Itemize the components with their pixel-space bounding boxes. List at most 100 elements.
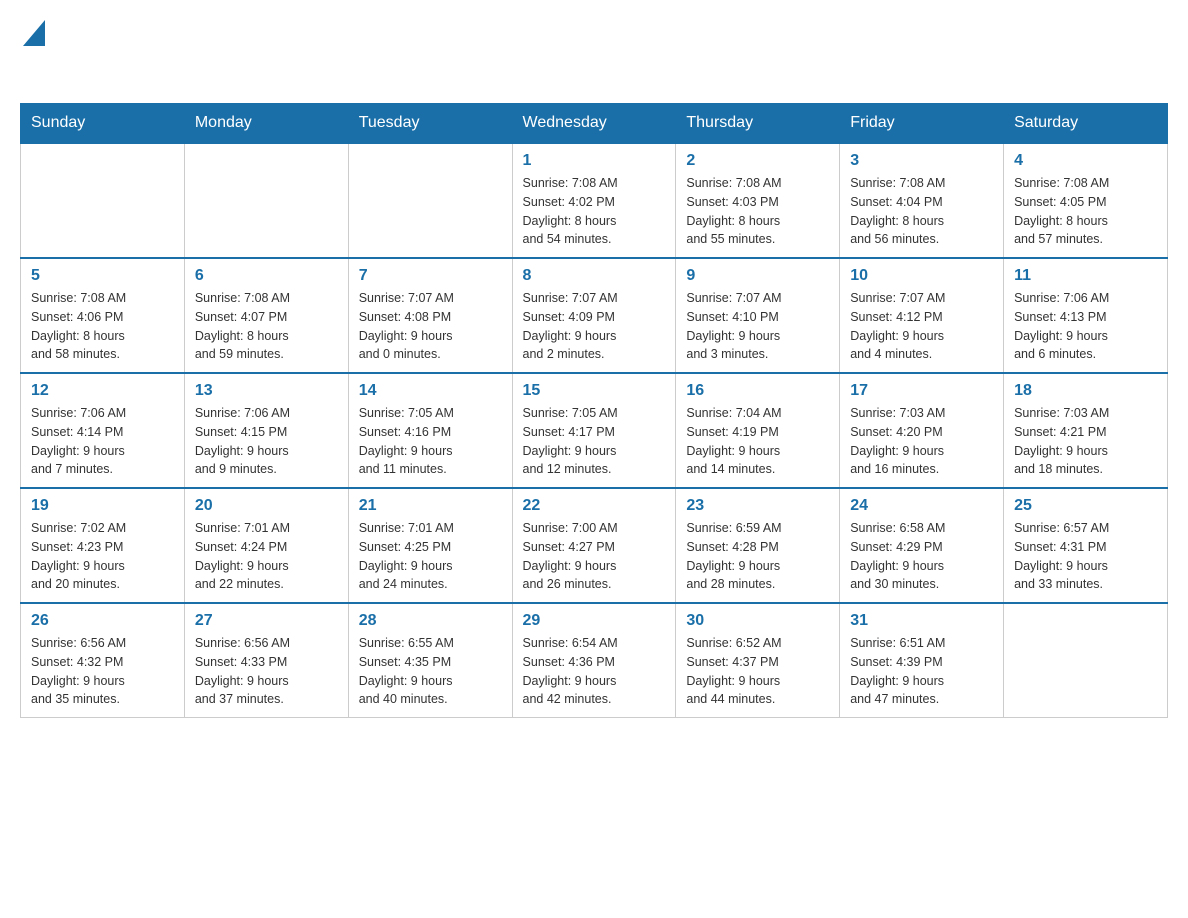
day-info: Sunrise: 7:00 AM Sunset: 4:27 PM Dayligh… (523, 519, 666, 594)
calendar-cell: 6Sunrise: 7:08 AM Sunset: 4:07 PM Daylig… (184, 258, 348, 373)
day-number: 14 (359, 382, 502, 400)
day-info: Sunrise: 7:07 AM Sunset: 4:10 PM Dayligh… (686, 289, 829, 364)
calendar-cell: 5Sunrise: 7:08 AM Sunset: 4:06 PM Daylig… (21, 258, 185, 373)
day-info: Sunrise: 7:01 AM Sunset: 4:24 PM Dayligh… (195, 519, 338, 594)
calendar-cell: 2Sunrise: 7:08 AM Sunset: 4:03 PM Daylig… (676, 143, 840, 258)
day-info: Sunrise: 6:56 AM Sunset: 4:32 PM Dayligh… (31, 634, 174, 709)
calendar-cell: 10 Sunrise: 7:07 AM Sunset: 4:12 PM Dayli… (840, 258, 1004, 373)
weekday-header-friday: Friday (840, 104, 1004, 144)
day-number: 29 (523, 612, 666, 630)
calendar-table: SundayMondayTuesdayWednesdayThursdayFrid… (20, 103, 1168, 718)
calendar-cell: 22 Sunrise: 7:00 AM Sunset: 4:27 PM Dayli… (512, 488, 676, 603)
calendar-cell: 20 Sunrise: 7:01 AM Sunset: 4:24 PM Dayli… (184, 488, 348, 603)
day-number: 3 (850, 152, 993, 170)
calendar-cell: 15 Sunrise: 7:05 AM Sunset: 4:17 PM Dayli… (512, 373, 676, 488)
day-number: 22 (523, 497, 666, 515)
calendar-cell (184, 143, 348, 258)
day-info: Sunrise: 6:52 AM Sunset: 4:37 PM Dayligh… (686, 634, 829, 709)
day-info: Sunrise: 6:54 AM Sunset: 4:36 PM Dayligh… (523, 634, 666, 709)
day-number: 21 (359, 497, 502, 515)
day-info: Sunrise: 7:03 AM Sunset: 4:20 PM Dayligh… (850, 404, 993, 479)
day-info: Sunrise: 7:08 AM Sunset: 4:02 PM Dayligh… (523, 174, 666, 249)
calendar-cell (348, 143, 512, 258)
calendar-cell: 21 Sunrise: 7:01 AM Sunset: 4:25 PM Dayli… (348, 488, 512, 603)
calendar-week-row: 26 Sunrise: 6:56 AM Sunset: 4:32 PM Dayli… (21, 603, 1168, 718)
weekday-header-saturday: Saturday (1004, 104, 1168, 144)
day-info: Sunrise: 7:08 AM Sunset: 4:04 PM Dayligh… (850, 174, 993, 249)
day-info: Sunrise: 7:08 AM Sunset: 4:07 PM Dayligh… (195, 289, 338, 364)
page-header (20, 20, 1168, 83)
day-info: Sunrise: 7:03 AM Sunset: 4:21 PM Dayligh… (1014, 404, 1157, 479)
day-number: 23 (686, 497, 829, 515)
day-number: 25 (1014, 497, 1157, 515)
calendar-week-row: 12 Sunrise: 7:06 AM Sunset: 4:14 PM Dayli… (21, 373, 1168, 488)
day-info: Sunrise: 7:06 AM Sunset: 4:13 PM Dayligh… (1014, 289, 1157, 364)
weekday-header-sunday: Sunday (21, 104, 185, 144)
day-number: 1 (523, 152, 666, 170)
logo (20, 20, 45, 83)
calendar-cell: 19 Sunrise: 7:02 AM Sunset: 4:23 PM Dayli… (21, 488, 185, 603)
day-info: Sunrise: 7:04 AM Sunset: 4:19 PM Dayligh… (686, 404, 829, 479)
day-number: 19 (31, 497, 174, 515)
day-number: 15 (523, 382, 666, 400)
day-info: Sunrise: 7:08 AM Sunset: 4:05 PM Dayligh… (1014, 174, 1157, 249)
day-number: 10 (850, 267, 993, 285)
calendar-cell: 3 Sunrise: 7:08 AM Sunset: 4:04 PM Daylig… (840, 143, 1004, 258)
day-number: 28 (359, 612, 502, 630)
calendar-cell: 12 Sunrise: 7:06 AM Sunset: 4:14 PM Dayli… (21, 373, 185, 488)
day-info: Sunrise: 7:05 AM Sunset: 4:17 PM Dayligh… (523, 404, 666, 479)
calendar-week-row: 1 Sunrise: 7:08 AM Sunset: 4:02 PM Daylig… (21, 143, 1168, 258)
calendar-cell: 31Sunrise: 6:51 AM Sunset: 4:39 PM Dayli… (840, 603, 1004, 718)
day-number: 31 (850, 612, 993, 630)
calendar-cell: 30 Sunrise: 6:52 AM Sunset: 4:37 PM Dayli… (676, 603, 840, 718)
day-info: Sunrise: 7:08 AM Sunset: 4:06 PM Dayligh… (31, 289, 174, 364)
calendar-cell: 23 Sunrise: 6:59 AM Sunset: 4:28 PM Dayli… (676, 488, 840, 603)
day-info: Sunrise: 7:06 AM Sunset: 4:15 PM Dayligh… (195, 404, 338, 479)
calendar-cell: 13 Sunrise: 7:06 AM Sunset: 4:15 PM Dayli… (184, 373, 348, 488)
day-info: Sunrise: 6:59 AM Sunset: 4:28 PM Dayligh… (686, 519, 829, 594)
calendar-header-row: SundayMondayTuesdayWednesdayThursdayFrid… (21, 104, 1168, 144)
day-number: 13 (195, 382, 338, 400)
day-number: 11 (1014, 267, 1157, 285)
calendar-week-row: 19 Sunrise: 7:02 AM Sunset: 4:23 PM Dayli… (21, 488, 1168, 603)
weekday-header-wednesday: Wednesday (512, 104, 676, 144)
day-info: Sunrise: 7:07 AM Sunset: 4:12 PM Dayligh… (850, 289, 993, 364)
day-info: Sunrise: 6:58 AM Sunset: 4:29 PM Dayligh… (850, 519, 993, 594)
day-number: 8 (523, 267, 666, 285)
calendar-cell: 11 Sunrise: 7:06 AM Sunset: 4:13 PM Dayli… (1004, 258, 1168, 373)
day-info: Sunrise: 7:06 AM Sunset: 4:14 PM Dayligh… (31, 404, 174, 479)
day-number: 30 (686, 612, 829, 630)
day-info: Sunrise: 7:07 AM Sunset: 4:08 PM Dayligh… (359, 289, 502, 364)
weekday-header-thursday: Thursday (676, 104, 840, 144)
day-number: 26 (31, 612, 174, 630)
day-info: Sunrise: 7:07 AM Sunset: 4:09 PM Dayligh… (523, 289, 666, 364)
calendar-cell: 7 Sunrise: 7:07 AM Sunset: 4:08 PM Daylig… (348, 258, 512, 373)
calendar-cell: 9 Sunrise: 7:07 AM Sunset: 4:10 PM Daylig… (676, 258, 840, 373)
calendar-cell: 14Sunrise: 7:05 AM Sunset: 4:16 PM Dayli… (348, 373, 512, 488)
day-number: 27 (195, 612, 338, 630)
calendar-cell: 17 Sunrise: 7:03 AM Sunset: 4:20 PM Dayli… (840, 373, 1004, 488)
calendar-week-row: 5Sunrise: 7:08 AM Sunset: 4:06 PM Daylig… (21, 258, 1168, 373)
day-info: Sunrise: 7:01 AM Sunset: 4:25 PM Dayligh… (359, 519, 502, 594)
calendar-cell (21, 143, 185, 258)
day-number: 17 (850, 382, 993, 400)
calendar-cell: 1 Sunrise: 7:08 AM Sunset: 4:02 PM Daylig… (512, 143, 676, 258)
calendar-cell: 25 Sunrise: 6:57 AM Sunset: 4:31 PM Dayli… (1004, 488, 1168, 603)
calendar-cell: 28Sunrise: 6:55 AM Sunset: 4:35 PM Dayli… (348, 603, 512, 718)
calendar-cell: 8 Sunrise: 7:07 AM Sunset: 4:09 PM Daylig… (512, 258, 676, 373)
calendar-cell: 26 Sunrise: 6:56 AM Sunset: 4:32 PM Dayli… (21, 603, 185, 718)
calendar-cell: 18Sunrise: 7:03 AM Sunset: 4:21 PM Dayli… (1004, 373, 1168, 488)
day-number: 7 (359, 267, 502, 285)
day-number: 12 (31, 382, 174, 400)
weekday-header-monday: Monday (184, 104, 348, 144)
calendar-cell: 27 Sunrise: 6:56 AM Sunset: 4:33 PM Dayli… (184, 603, 348, 718)
day-info: Sunrise: 7:02 AM Sunset: 4:23 PM Dayligh… (31, 519, 174, 594)
calendar-cell: 4Sunrise: 7:08 AM Sunset: 4:05 PM Daylig… (1004, 143, 1168, 258)
calendar-cell: 29 Sunrise: 6:54 AM Sunset: 4:36 PM Dayli… (512, 603, 676, 718)
day-number: 9 (686, 267, 829, 285)
day-info: Sunrise: 7:08 AM Sunset: 4:03 PM Dayligh… (686, 174, 829, 249)
day-info: Sunrise: 6:56 AM Sunset: 4:33 PM Dayligh… (195, 634, 338, 709)
day-number: 24 (850, 497, 993, 515)
day-info: Sunrise: 6:57 AM Sunset: 4:31 PM Dayligh… (1014, 519, 1157, 594)
day-number: 20 (195, 497, 338, 515)
